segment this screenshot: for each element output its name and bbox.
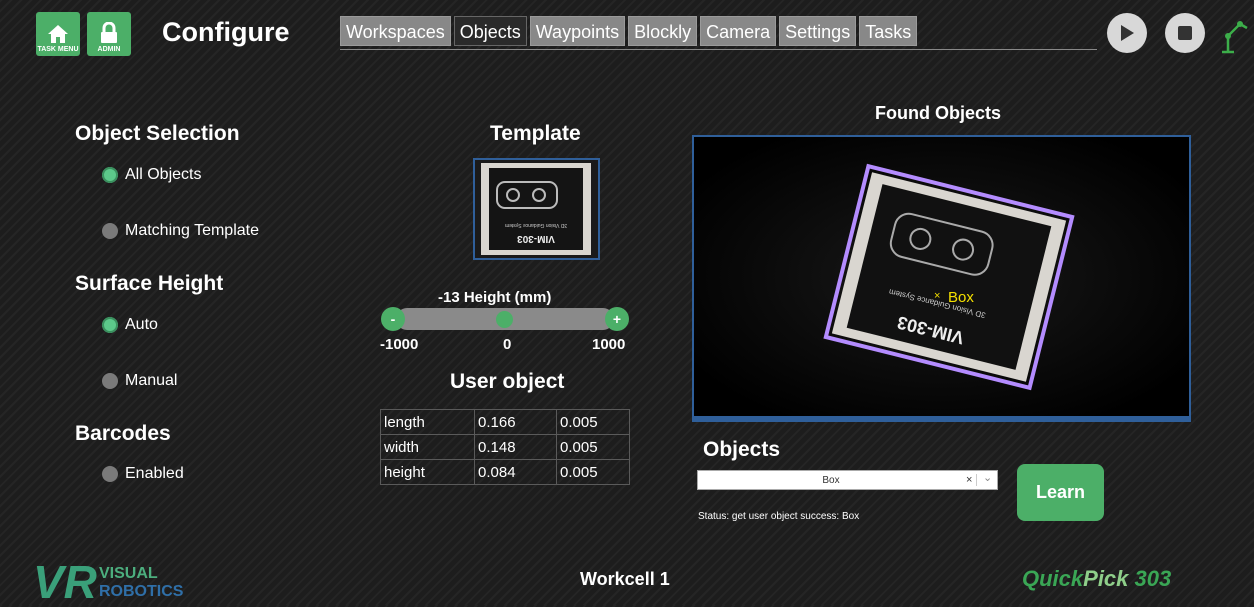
page-title: Configure xyxy=(162,17,290,47)
user-object-heading: User object xyxy=(450,370,565,393)
table-cell: 0.084 xyxy=(474,459,557,485)
table-cell: 0.148 xyxy=(474,434,557,460)
logo-line1: VISUAL xyxy=(99,565,158,582)
slider-min-label: -1000 xyxy=(380,336,419,353)
table-cell: 0.166 xyxy=(474,409,557,435)
select-divider xyxy=(976,474,977,486)
product-name: QuickPick 303 xyxy=(1022,566,1171,592)
logo-line2: ROBOTICS xyxy=(99,583,183,600)
tab-objects[interactable]: Objects xyxy=(453,16,527,46)
template-image[interactable]: VIM-303 3D Vision Guidance System xyxy=(473,158,600,260)
found-objects-bar xyxy=(692,416,1191,422)
table-row: width 0.148 0.005 xyxy=(380,434,630,460)
table-row: height 0.084 0.005 xyxy=(380,459,630,485)
tab-underline xyxy=(340,49,1097,50)
tab-camera[interactable]: Camera xyxy=(700,16,777,46)
radio-matching-template[interactable]: Matching Template xyxy=(102,222,259,240)
radio-indicator xyxy=(102,167,118,183)
detection-marker-icon: × xyxy=(934,290,940,302)
radio-label: Matching Template xyxy=(125,222,259,239)
height-slider-label: -13 Height (mm) xyxy=(438,289,552,306)
radio-label: Auto xyxy=(125,316,158,333)
product-number: 303 xyxy=(1134,566,1172,591)
product-pick: Pick xyxy=(1083,566,1129,591)
radio-label: Enabled xyxy=(125,465,184,482)
height-decrease-button[interactable]: - xyxy=(381,307,405,331)
height-increase-button[interactable]: + xyxy=(605,307,629,331)
radio-indicator xyxy=(102,466,118,482)
tab-bar: Workspaces Objects Waypoints Blockly Cam… xyxy=(340,16,920,46)
table-cell: height xyxy=(380,459,475,485)
workcell-label: Workcell 1 xyxy=(580,569,670,589)
radio-manual[interactable]: Manual xyxy=(102,372,177,390)
play-button[interactable] xyxy=(1107,13,1147,53)
table-cell: 0.005 xyxy=(556,409,630,435)
play-icon xyxy=(1121,25,1134,41)
radio-label: Manual xyxy=(125,372,178,389)
lock-icon xyxy=(101,22,117,43)
table-cell: width xyxy=(380,434,475,460)
objects-select-value: Box xyxy=(822,475,840,486)
home-icon xyxy=(48,25,68,43)
task-menu-button[interactable]: TASK MENU xyxy=(36,12,80,56)
radio-label: All Objects xyxy=(125,166,202,183)
logo-main-text: VR xyxy=(33,556,97,602)
table-row: length 0.166 0.005 xyxy=(380,409,630,435)
visual-robotics-logo: VR VISUAL ROBOTICS xyxy=(33,554,184,607)
radio-barcodes-enabled[interactable]: Enabled xyxy=(102,465,184,483)
stop-button[interactable] xyxy=(1165,13,1205,53)
table-cell: 0.005 xyxy=(556,434,630,460)
found-objects-view[interactable]: VIM-303 3D Vision Guidance System Box × xyxy=(692,135,1191,418)
slider-max-label: 1000 xyxy=(592,336,626,353)
clear-icon[interactable]: × xyxy=(966,474,972,486)
task-menu-label: TASK MENU xyxy=(37,46,79,53)
user-object-table: length 0.166 0.005 width 0.148 0.005 hei… xyxy=(380,409,630,485)
template-heading: Template xyxy=(490,122,581,145)
product-quick: Quick xyxy=(1022,566,1084,591)
object-selection-heading: Object Selection xyxy=(75,122,240,145)
found-objects-heading: Found Objects xyxy=(875,103,1001,123)
objects-select[interactable]: Box × ⌄ xyxy=(697,470,998,490)
objects-heading: Objects xyxy=(703,438,781,461)
surface-height-heading: Surface Height xyxy=(75,272,224,295)
robot-arm-icon[interactable] xyxy=(1218,14,1250,59)
tab-blockly[interactable]: Blockly xyxy=(628,16,698,46)
stop-icon xyxy=(1178,26,1192,40)
admin-button[interactable]: ADMIN xyxy=(87,12,131,56)
learn-button[interactable]: Learn xyxy=(1017,464,1104,521)
template-box-text: VIM-303 xyxy=(517,233,555,244)
radio-all-objects[interactable]: All Objects xyxy=(102,166,201,184)
radio-auto[interactable]: Auto xyxy=(102,316,158,334)
height-slider-thumb[interactable] xyxy=(496,311,513,328)
barcodes-heading: Barcodes xyxy=(75,422,171,445)
radio-indicator xyxy=(102,317,118,333)
radio-indicator xyxy=(102,373,118,389)
tab-waypoints[interactable]: Waypoints xyxy=(529,16,626,46)
admin-label: ADMIN xyxy=(97,46,121,53)
tab-workspaces[interactable]: Workspaces xyxy=(340,16,451,46)
table-cell: 0.005 xyxy=(556,459,630,485)
chevron-down-icon[interactable]: ⌄ xyxy=(983,471,992,484)
table-cell: length xyxy=(380,409,475,435)
template-box-subtext: 3D Vision Guidance System xyxy=(505,222,567,228)
radio-indicator xyxy=(102,223,118,239)
slider-mid-label: 0 xyxy=(503,336,512,353)
status-text: Status: get user object success: Box xyxy=(698,511,860,522)
tab-tasks[interactable]: Tasks xyxy=(859,16,918,46)
detection-label: Box xyxy=(948,289,974,306)
tab-settings[interactable]: Settings xyxy=(779,16,857,46)
